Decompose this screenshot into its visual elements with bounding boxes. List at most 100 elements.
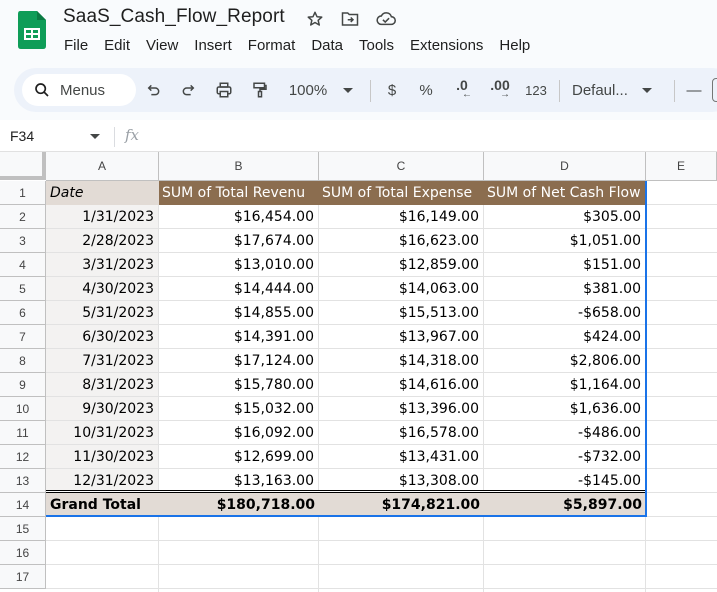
value-cell[interactable]: $2,806.00: [484, 349, 645, 372]
value-cell[interactable]: $13,010.00: [159, 253, 318, 276]
menu-edit[interactable]: Edit: [96, 36, 138, 56]
font-family-select[interactable]: Defaul...: [572, 76, 664, 104]
row-header-2[interactable]: 2: [0, 205, 46, 229]
decrease-decimal-button[interactable]: .0 ←: [450, 76, 474, 104]
value-cell[interactable]: $16,578.00: [319, 421, 483, 444]
row-header-12[interactable]: 12: [0, 445, 46, 469]
value-cell[interactable]: $305.00: [484, 205, 645, 228]
value-cell[interactable]: $424.00: [484, 325, 645, 348]
pivot-header-cell[interactable]: SUM of Net Cash Flow: [484, 181, 646, 205]
value-cell[interactable]: $15,513.00: [319, 301, 483, 324]
row-header-9[interactable]: 9: [0, 373, 46, 397]
pivot-header-date[interactable]: Date: [46, 181, 159, 205]
menu-help[interactable]: Help: [491, 36, 538, 56]
currency-format-button[interactable]: $: [382, 76, 402, 104]
value-cell[interactable]: $17,124.00: [159, 349, 318, 372]
paint-format-button[interactable]: [248, 76, 272, 104]
value-cell[interactable]: -$658.00: [484, 301, 645, 324]
value-cell[interactable]: $14,318.00: [319, 349, 483, 372]
menu-format[interactable]: Format: [240, 36, 304, 56]
column-header-b[interactable]: B: [159, 152, 319, 181]
select-all-corner[interactable]: [0, 152, 46, 180]
menu-tools[interactable]: Tools: [351, 36, 402, 56]
date-cell[interactable]: 7/31/2023: [46, 349, 158, 372]
column-header-d[interactable]: D: [484, 152, 646, 181]
date-cell[interactable]: 4/30/2023: [46, 277, 158, 300]
value-cell[interactable]: $14,391.00: [159, 325, 318, 348]
value-cell[interactable]: $17,674.00: [159, 229, 318, 252]
row-header-6[interactable]: 6: [0, 301, 46, 325]
row-header-3[interactable]: 3: [0, 229, 46, 253]
menu-extensions[interactable]: Extensions: [402, 36, 491, 56]
value-cell[interactable]: $15,032.00: [159, 397, 318, 420]
date-cell[interactable]: 6/30/2023: [46, 325, 158, 348]
menus-search-button[interactable]: Menus: [22, 74, 136, 106]
row-header-13[interactable]: 13: [0, 469, 46, 493]
value-cell[interactable]: $13,163.00: [159, 469, 318, 492]
date-cell[interactable]: 1/31/2023: [46, 205, 158, 228]
document-title[interactable]: SaaS_Cash_Flow_Report: [63, 6, 285, 28]
pivot-header-cell[interactable]: SUM of Total Revenu: [159, 181, 319, 205]
sheets-logo-icon[interactable]: [18, 11, 46, 49]
column-header-c[interactable]: C: [319, 152, 484, 181]
row-header-17[interactable]: 17: [0, 565, 46, 589]
value-cell[interactable]: $16,149.00: [319, 205, 483, 228]
value-cell[interactable]: $13,396.00: [319, 397, 483, 420]
row-header-8[interactable]: 8: [0, 349, 46, 373]
row-header-14[interactable]: 14: [0, 493, 46, 517]
value-cell[interactable]: -$732.00: [484, 445, 645, 468]
value-cell[interactable]: $16,454.00: [159, 205, 318, 228]
formula-input[interactable]: [150, 124, 710, 148]
value-cell[interactable]: $16,092.00: [159, 421, 318, 444]
row-header-16[interactable]: 16: [0, 541, 46, 565]
menu-data[interactable]: Data: [303, 36, 351, 56]
redo-button[interactable]: [176, 76, 200, 104]
column-header-e[interactable]: E: [646, 152, 717, 181]
value-cell[interactable]: $14,855.00: [159, 301, 318, 324]
value-cell[interactable]: $151.00: [484, 253, 645, 276]
row-header-10[interactable]: 10: [0, 397, 46, 421]
date-cell[interactable]: 2/28/2023: [46, 229, 158, 252]
value-cell[interactable]: $381.00: [484, 277, 645, 300]
chevron-down-icon[interactable]: [90, 134, 100, 139]
value-cell[interactable]: $14,063.00: [319, 277, 483, 300]
date-cell[interactable]: 3/31/2023: [46, 253, 158, 276]
value-cell[interactable]: $13,431.00: [319, 445, 483, 468]
value-cell[interactable]: $12,699.00: [159, 445, 318, 468]
print-button[interactable]: [212, 76, 236, 104]
value-cell[interactable]: $14,616.00: [319, 373, 483, 396]
date-cell[interactable]: 5/31/2023: [46, 301, 158, 324]
decrease-font-size-button[interactable]: —: [684, 76, 704, 104]
undo-button[interactable]: [142, 76, 166, 104]
row-header-15[interactable]: 15: [0, 517, 46, 541]
menu-view[interactable]: View: [138, 36, 186, 56]
grand-total-value[interactable]: $180,718.00: [159, 493, 319, 516]
value-cell[interactable]: $14,444.00: [159, 277, 318, 300]
font-size-input[interactable]: [712, 78, 717, 102]
row-header-11[interactable]: 11: [0, 421, 46, 445]
grand-total-label[interactable]: Grand Total: [46, 493, 159, 516]
value-cell[interactable]: -$486.00: [484, 421, 645, 444]
date-cell[interactable]: 10/31/2023: [46, 421, 158, 444]
value-cell[interactable]: $1,051.00: [484, 229, 645, 252]
date-cell[interactable]: 11/30/2023: [46, 445, 158, 468]
row-header-4[interactable]: 4: [0, 253, 46, 277]
value-cell[interactable]: $1,164.00: [484, 373, 645, 396]
menu-insert[interactable]: Insert: [186, 36, 240, 56]
grand-total-value[interactable]: $174,821.00: [319, 493, 484, 516]
row-header-1[interactable]: 1: [0, 181, 46, 205]
row-header-7[interactable]: 7: [0, 325, 46, 349]
value-cell[interactable]: -$145.00: [484, 469, 645, 492]
name-box[interactable]: F34: [10, 128, 34, 144]
column-header-a[interactable]: A: [46, 152, 159, 181]
menu-file[interactable]: File: [56, 36, 96, 56]
value-cell[interactable]: $15,780.00: [159, 373, 318, 396]
percent-format-button[interactable]: %: [416, 76, 436, 104]
star-icon[interactable]: [305, 9, 325, 29]
value-cell[interactable]: $16,623.00: [319, 229, 483, 252]
grand-total-value[interactable]: $5,897.00: [484, 493, 646, 516]
row-header-5[interactable]: 5: [0, 277, 46, 301]
value-cell[interactable]: $13,308.00: [319, 469, 483, 492]
date-cell[interactable]: 8/31/2023: [46, 373, 158, 396]
date-cell[interactable]: 12/31/2023: [46, 469, 158, 492]
